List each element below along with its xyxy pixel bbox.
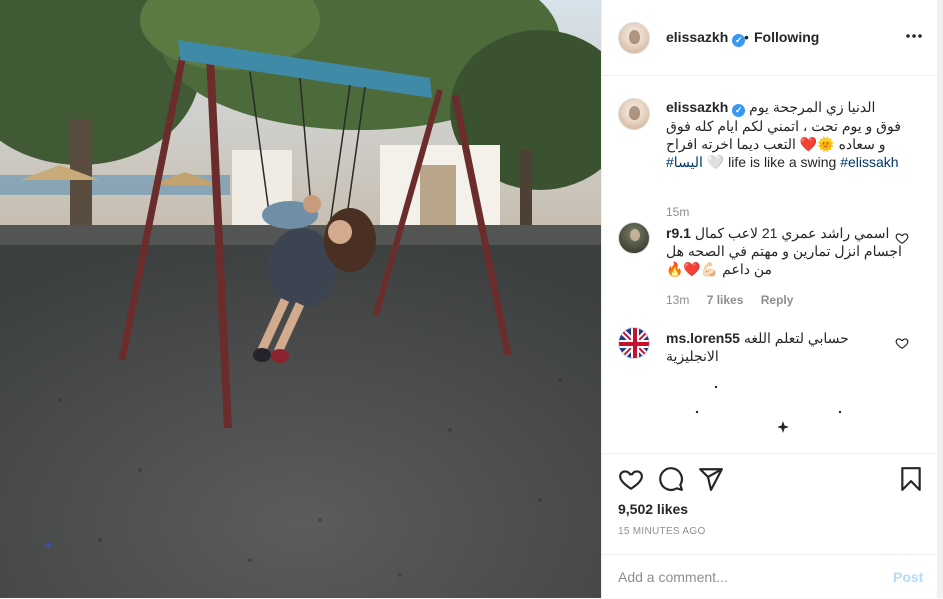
comments-list[interactable]: elissazkh ✓ الدنيا زي المرجحة يوم فوق و ي…	[602, 77, 937, 453]
comment-body: ms.loren55 حسابي لتعلم اللغه الانجليزية	[666, 329, 902, 365]
caption-hashtag[interactable]: #elissakh	[840, 154, 898, 170]
heart-icon[interactable]	[618, 466, 644, 492]
comment-username[interactable]: r9.1	[666, 225, 691, 241]
comment-like-heart-icon[interactable]	[895, 231, 909, 245]
instagram-post-modal: elissazkh ✓ • Following elissazkh ✓ الدنيا…	[0, 0, 943, 598]
comment-time[interactable]: 13m	[666, 293, 689, 307]
caption-english-text: life is like a swing	[728, 154, 837, 170]
post-timestamp: 15 MINUTES AGO	[618, 526, 706, 537]
post-header: elissazkh ✓ • Following	[602, 0, 937, 76]
reply-button[interactable]: Reply	[761, 293, 794, 307]
scrollbar-gutter[interactable]	[937, 0, 943, 598]
bookmark-icon[interactable]	[898, 466, 924, 492]
comment-like-heart-icon[interactable]	[895, 336, 909, 350]
caption-username[interactable]: elissazkh	[666, 99, 728, 115]
paper-plane-icon[interactable]	[698, 466, 724, 492]
comment-likes[interactable]: 7 likes	[707, 293, 744, 307]
post-actions: 9,502 likes 15 MINUTES AGO Post	[602, 453, 937, 598]
post-sidebar: elissazkh ✓ • Following elissazkh ✓ الدنيا…	[601, 0, 943, 598]
decorative-sparkles	[695, 385, 842, 433]
post-photo[interactable]	[0, 0, 601, 598]
comment-meta: 13m 7 likes Reply	[666, 293, 807, 307]
caption-time[interactable]: 15m	[666, 205, 689, 219]
following-button[interactable]: Following	[754, 29, 819, 45]
more-options-icon[interactable]	[904, 26, 924, 46]
add-comment-input[interactable]	[618, 567, 868, 587]
caption-body: elissazkh ✓ الدنيا زي المرجحة يوم فوق و ي…	[666, 98, 902, 171]
caption-hashtag-arabic[interactable]: #اليسا	[666, 154, 703, 170]
author-username[interactable]: elissazkh ✓	[666, 29, 746, 47]
add-comment-bar: Post	[602, 554, 937, 599]
header-separator: •	[744, 29, 749, 45]
swing-photo-illustration	[0, 0, 601, 598]
comment-body: r9.1 اسمي راشد عمري 21 لاعب كمال اجسام ا…	[666, 224, 902, 278]
comment-text: اسمي راشد عمري 21 لاعب كمال اجسام انزل ت…	[666, 225, 902, 277]
commenter-avatar[interactable]	[618, 222, 650, 254]
white-heart-emoji: 🤍	[706, 154, 725, 170]
comment-username[interactable]: ms.loren55	[666, 330, 740, 346]
caption-avatar[interactable]	[618, 98, 650, 130]
uk-flag-avatar-icon	[619, 328, 649, 358]
post-comment-button[interactable]: Post	[893, 569, 923, 585]
author-avatar[interactable]	[618, 22, 650, 54]
comment-bubble-icon[interactable]	[658, 466, 684, 492]
likes-count[interactable]: 9,502 likes	[618, 501, 688, 517]
verified-badge-icon: ✓	[732, 104, 746, 117]
caption-meta: 15m	[666, 205, 703, 219]
commenter-avatar[interactable]	[618, 327, 650, 359]
